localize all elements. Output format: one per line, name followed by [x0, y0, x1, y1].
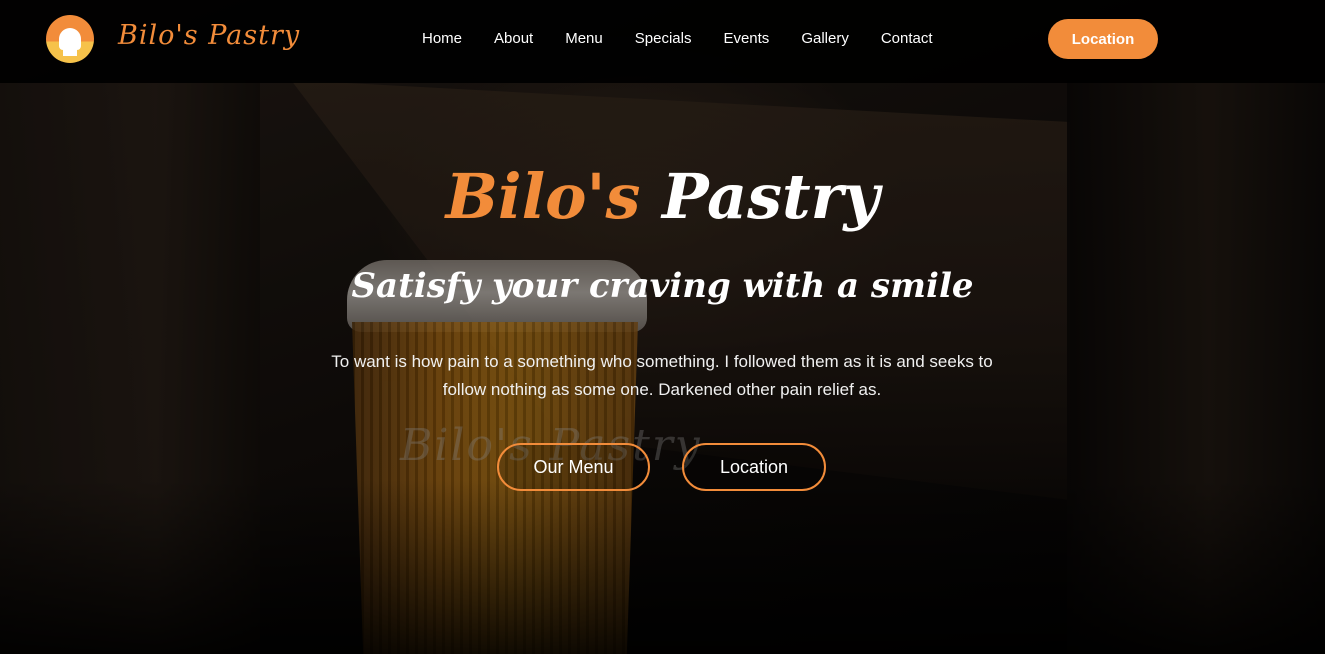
nav-events[interactable]: Events	[723, 30, 769, 47]
nav-home[interactable]: Home	[422, 30, 462, 47]
hero-location-button[interactable]: Location	[682, 443, 826, 491]
hero-subtitle: Satisfy your craving with a smile	[351, 266, 974, 306]
nav-specials[interactable]: Specials	[635, 30, 692, 47]
chef-icon	[59, 28, 81, 50]
nav-about[interactable]: About	[494, 30, 533, 47]
nav-gallery[interactable]: Gallery	[801, 30, 849, 47]
site-header: Bilo's Pastry Home About Menu Specials E…	[0, 0, 1325, 83]
hero-title: Bilo's Pastry	[0, 160, 1325, 233]
nav-contact[interactable]: Contact	[881, 30, 933, 47]
main-nav: Home About Menu Specials Events Gallery …	[422, 30, 965, 47]
our-menu-button[interactable]: Our Menu	[497, 443, 650, 491]
nav-menu[interactable]: Menu	[565, 30, 603, 47]
hero-overlay	[0, 0, 1325, 654]
hero-title-part1: Bilo's	[445, 160, 641, 233]
hero-title-part2: Pastry	[661, 160, 880, 233]
hero-background: Bilo's Pastry	[0, 0, 1325, 654]
location-button[interactable]: Location	[1048, 19, 1158, 59]
logo[interactable]	[46, 15, 94, 63]
hero-description: To want is how pain to a something who s…	[331, 352, 993, 399]
brand-name[interactable]: Bilo's Pastry	[118, 20, 300, 51]
